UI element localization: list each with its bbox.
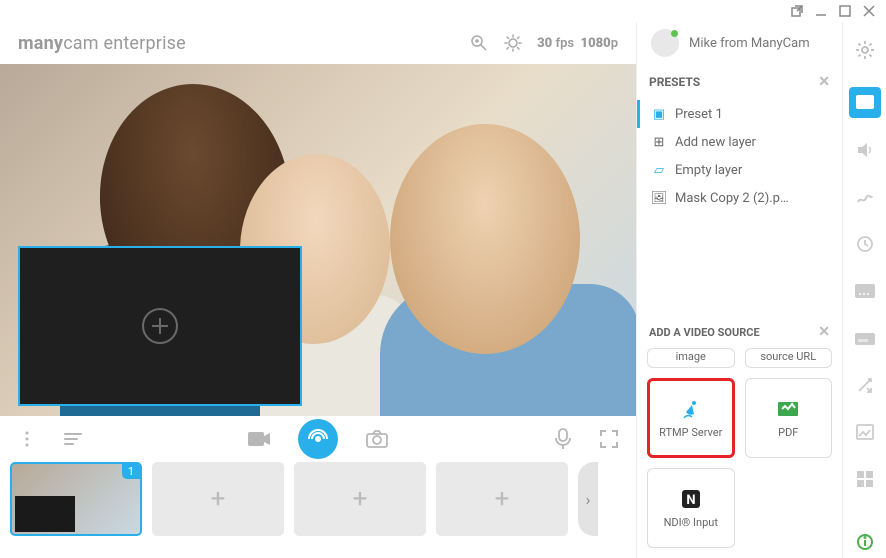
profile[interactable]: Mike from ManyCam [637,22,842,64]
source-tile-pdf[interactable]: PDF [745,378,833,458]
broadcast-button[interactable] [298,419,338,459]
popout-icon[interactable] [790,4,804,18]
layer-item[interactable]: 🖼Mask Copy 2 (2).p… [637,184,842,212]
zoom-icon[interactable] [469,33,489,53]
presets-title: PRESETS [649,75,700,89]
source-close-icon[interactable]: ✕ [818,324,830,340]
tab-audio[interactable] [849,134,881,165]
playlist-icon[interactable] [62,428,84,450]
tab-titles[interactable] [849,322,881,353]
thumb-3[interactable]: + [294,462,426,536]
source-tile-image[interactable]: image [647,348,735,368]
add-icon [142,308,178,344]
tab-widgets[interactable] [849,464,881,495]
tab-text[interactable] [849,275,881,306]
pdf-icon [776,397,800,421]
source-tile-rtmp[interactable]: RTMP Server [647,378,735,458]
presets-close-icon[interactable]: ✕ [818,74,830,90]
satellite-icon [679,397,703,421]
preset-thumbnails: 1 + + + › [0,462,636,536]
avatar-icon [651,29,679,57]
settings-button[interactable] [844,30,886,71]
thumb-2[interactable]: + [152,462,284,536]
profile-name: Mike from ManyCam [689,36,810,51]
maximize-icon[interactable] [838,4,852,18]
svg-text:N: N [686,493,695,508]
layer-overlay[interactable] [18,246,302,406]
tab-draw[interactable] [849,181,881,212]
video-source-title: ADD A VIDEO SOURCE [649,326,760,339]
toolbar [0,416,636,462]
thumb-badge: 1 [122,464,140,479]
minimize-icon[interactable] [814,4,828,18]
thumb-1[interactable]: 1 [10,462,142,536]
sidebar [842,22,886,558]
brightness-icon[interactable] [503,33,523,53]
tab-effects[interactable] [849,370,881,401]
tab-time[interactable] [849,228,881,259]
add-layer-item[interactable]: ⊞Add new layer [637,128,842,156]
window-titlebar [0,0,886,22]
more-icon[interactable] [16,428,38,450]
preview-area [0,64,636,416]
brand-logo: manycam enterprise [18,33,186,54]
mic-icon[interactable] [552,428,574,450]
info-button[interactable] [849,527,881,558]
ndi-icon: N [679,487,703,511]
tab-presets[interactable] [849,87,881,118]
preset-item[interactable]: ▣Preset 1 [637,100,842,128]
snapshot-icon[interactable] [366,428,388,450]
preset-list: ▣Preset 1 ⊞Add new layer ▱Empty layer 🖼M… [637,100,842,220]
fullscreen-icon[interactable] [598,428,620,450]
source-tile-ndi[interactable]: N NDI® Input [647,468,735,548]
thumbs-next-button[interactable]: › [578,462,598,536]
layer-item[interactable]: ▱Empty layer [637,156,842,184]
source-tile-url[interactable]: source URL [745,348,833,368]
tab-gallery[interactable] [849,417,881,448]
close-icon[interactable] [862,4,876,18]
camera-icon[interactable] [248,428,270,450]
header: manycam enterprise 30 fps 1080p [0,22,636,64]
thumb-4[interactable]: + [436,462,568,536]
video-quality[interactable]: 30 fps 1080p [537,36,618,51]
